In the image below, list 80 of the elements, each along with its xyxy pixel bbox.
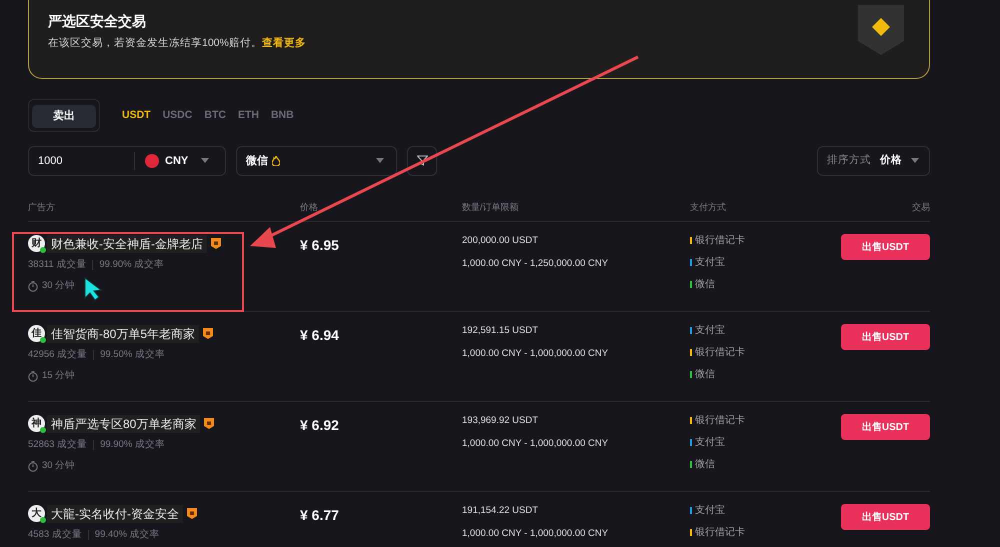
payment-method: 支付宝 <box>695 256 725 270</box>
order-limit: 1,000.00 CNY - 1,000,000.00 CNY <box>462 347 608 361</box>
sell-button[interactable]: 出售USDT <box>841 504 930 530</box>
column-header: 价格 <box>300 202 318 212</box>
payment-method: 支付宝 <box>695 504 725 518</box>
column-header: 交易 <box>912 202 930 212</box>
avatar: 神 <box>28 415 45 432</box>
avatar: 佳 <box>28 325 45 342</box>
available-quantity: 192,591.15 USDT <box>462 324 538 338</box>
timer-icon <box>28 370 38 382</box>
mouse-pointer-icon <box>84 277 102 301</box>
trade-count: 4583 成交量 <box>28 528 82 542</box>
sort-dropdown[interactable]: 排序方式 价格 <box>817 146 930 176</box>
price: ¥ 6.95 <box>300 236 339 253</box>
sell-button[interactable]: 出售USDT <box>841 234 930 260</box>
column-header: 广告方 <box>28 202 55 212</box>
shield-icon <box>858 5 904 55</box>
advertiser-name[interactable]: 佳智货商-80万单5年老商家 <box>47 324 200 343</box>
completion-rate: 99.90% 成交率 <box>100 438 165 452</box>
price: ¥ 6.94 <box>300 326 339 343</box>
timer-icon <box>28 460 38 472</box>
available-quantity: 193,969.92 USDT <box>462 414 538 428</box>
payment-value: 微信 <box>246 154 268 168</box>
order-limit: 1,000.00 CNY - 1,000,000.00 CNY <box>462 527 608 541</box>
order-limit: 1,000.00 CNY - 1,000,000.00 CNY <box>462 437 608 451</box>
column-header: 数量/订单限额 <box>462 202 519 212</box>
payment-method: 微信 <box>695 458 715 472</box>
price: ¥ 6.77 <box>300 506 339 523</box>
price: ¥ 6.92 <box>300 416 339 433</box>
payment-time: 30 分钟 <box>42 279 76 293</box>
flame-icon <box>272 156 280 166</box>
payment-method: 银行借记卡 <box>695 346 745 360</box>
available-quantity: 191,154.22 USDT <box>462 504 538 518</box>
banner-title: 严选区安全交易 <box>48 12 147 30</box>
currency-label: CNY <box>165 154 190 168</box>
advertiser-name[interactable]: 财色兼收-安全神盾-金牌老店 <box>47 234 207 253</box>
payment-time: 15 分钟 <box>42 369 76 383</box>
badge-icon <box>187 508 197 520</box>
asset-tab[interactable]: USDT <box>122 108 151 124</box>
filter-button[interactable] <box>407 146 437 176</box>
sell-button[interactable]: 出售USDT <box>841 414 930 440</box>
badge-icon <box>203 328 214 340</box>
timer-icon <box>28 280 38 292</box>
advertiser-name[interactable]: 神盾严选专区80万单老商家 <box>47 414 200 433</box>
caret-icon <box>911 158 919 164</box>
sell-button[interactable]: 出售USDT <box>841 324 930 350</box>
payment-method: 支付宝 <box>695 436 725 450</box>
view-more-link[interactable]: 查看更多 <box>262 37 306 49</box>
payment-method: 银行借记卡 <box>695 526 745 540</box>
payment-method: 支付宝 <box>695 324 725 338</box>
caret-icon <box>376 158 384 164</box>
payment-method: 微信 <box>695 368 715 382</box>
available-quantity: 200,000.00 USDT <box>462 234 538 248</box>
payment-method: 银行借记卡 <box>695 414 745 428</box>
caret-icon <box>201 158 209 164</box>
payment-method: 微信 <box>695 278 715 292</box>
completion-rate: 99.40% 成交率 <box>94 528 160 542</box>
amount-field[interactable]: 1000 CNY <box>28 146 226 176</box>
completion-rate: 99.90% 成交率 <box>99 258 164 272</box>
currency-flag-icon <box>145 154 159 168</box>
filter-icon <box>416 155 428 166</box>
sell-tab[interactable]: 卖出 <box>32 104 96 128</box>
badge-icon <box>204 418 214 430</box>
trade-count: 38311 成交量 <box>28 258 86 272</box>
order-limit: 1,000.00 CNY - 1,250,000.00 CNY <box>462 257 608 271</box>
avatar: 大 <box>28 505 45 522</box>
trade-count: 52863 成交量 <box>28 438 88 452</box>
avatar: 财 <box>28 235 45 252</box>
banner-text: 在该区交易，若资金发生冻结享100%赔付。查看更多 <box>48 36 307 51</box>
sort-label: 排序方式 <box>827 152 871 168</box>
completion-rate: 99.50% 成交率 <box>100 348 165 362</box>
payment-method: 银行借记卡 <box>695 234 745 248</box>
amount-value: 1000 <box>37 154 64 168</box>
column-header: 支付方式 <box>690 202 726 212</box>
advertiser-name[interactable]: 大龍-实名收付-资金安全 <box>47 504 183 523</box>
badge-icon <box>211 238 221 250</box>
payment-time: 30 分钟 <box>42 459 76 473</box>
sort-value: 价格 <box>880 152 902 168</box>
trade-count: 42956 成交量 <box>28 348 88 362</box>
payment-dropdown[interactable]: 微信 <box>236 146 397 176</box>
